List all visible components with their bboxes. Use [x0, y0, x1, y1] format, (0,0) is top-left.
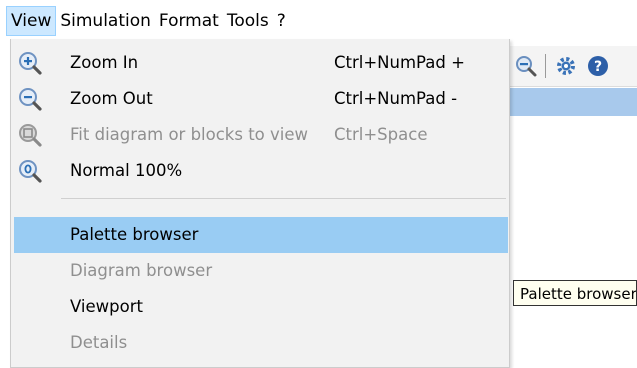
zoom-fit-icon — [17, 122, 43, 148]
menu-tools[interactable]: Tools — [223, 6, 273, 36]
tooltip: Palette browser — [513, 280, 637, 306]
menu-item-palette-browser[interactable]: Palette browser — [14, 217, 508, 253]
menu-item-label: Zoom Out — [70, 89, 153, 108]
menu-item-label: Fit diagram or blocks to view — [70, 125, 308, 144]
background-toolbar: ? — [508, 46, 637, 87]
help-icon[interactable]: ? — [586, 54, 610, 78]
background-title-bar — [508, 88, 637, 116]
menu-item-label: Zoom In — [70, 53, 139, 72]
menu-format[interactable]: Format — [155, 6, 223, 36]
menu-item-label: Viewport — [70, 297, 143, 316]
settings-icon[interactable] — [554, 54, 578, 78]
menu-item-label: Details — [70, 333, 128, 352]
menu-item-shortcut: Ctrl+Space — [334, 125, 428, 144]
zoom-normal-icon — [17, 158, 43, 184]
toolbar-separator — [545, 54, 546, 78]
menu-item-details[interactable]: Details — [14, 325, 508, 361]
menu-item-zoom-in[interactable]: Zoom In Ctrl+NumPad + — [14, 45, 508, 81]
menu-item-zoom-out[interactable]: Zoom Out Ctrl+NumPad - — [14, 81, 508, 117]
menu-item-label: Diagram browser — [70, 261, 213, 280]
zoom-in-icon — [17, 50, 43, 76]
menu-item-viewport[interactable]: Viewport — [14, 289, 508, 325]
menu-item-shortcut: Ctrl+NumPad + — [334, 53, 465, 72]
menu-help[interactable]: ? — [273, 6, 290, 36]
menu-item-label: Normal 100% — [70, 161, 183, 180]
menu-separator — [61, 198, 506, 199]
menu-item-fit-diagram[interactable]: Fit diagram or blocks to view Ctrl+Space — [14, 117, 508, 153]
zoom-out-icon — [17, 86, 43, 112]
view-menu-dropdown: Zoom In Ctrl+NumPad + Zoom Out Ctrl+NumP… — [10, 39, 510, 368]
menu-item-label: Palette browser — [70, 225, 199, 244]
menu-item-normal-100[interactable]: Normal 100% — [14, 153, 508, 189]
svg-text:?: ? — [594, 59, 602, 75]
menu-simulation[interactable]: Simulation — [56, 6, 155, 36]
menu-bar: View Simulation Format Tools ? — [0, 0, 637, 38]
menu-item-diagram-browser[interactable]: Diagram browser — [14, 253, 508, 289]
menu-item-shortcut: Ctrl+NumPad - — [334, 89, 458, 108]
zoom-out-toolbar-icon[interactable] — [514, 54, 538, 78]
menu-view[interactable]: View — [6, 6, 57, 36]
